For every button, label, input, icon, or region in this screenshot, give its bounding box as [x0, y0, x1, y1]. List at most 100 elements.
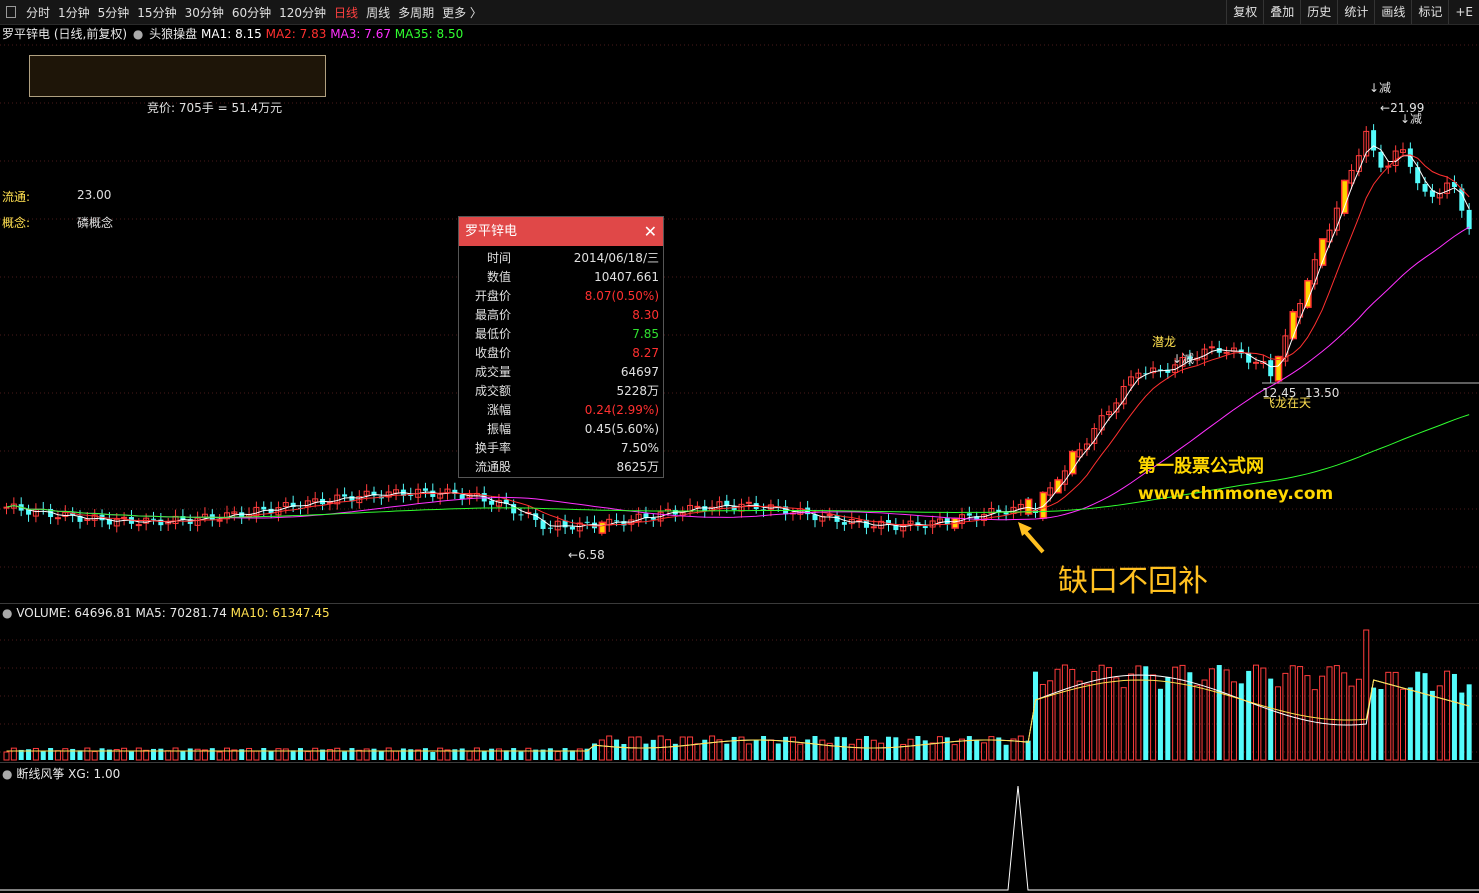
volume-bar	[1268, 678, 1274, 760]
volume-bar	[473, 747, 480, 761]
candle-body	[547, 527, 553, 529]
tooltip-row: 成交额 5228万	[459, 382, 663, 401]
tooltip-key: 收盘价	[474, 346, 511, 360]
volume-bar	[3, 751, 10, 761]
float-label: 流通:	[2, 190, 31, 204]
volume-bar	[334, 747, 341, 761]
volume-bar	[812, 736, 818, 760]
volume-bar	[511, 748, 517, 760]
volume-bar	[525, 747, 532, 761]
volume-bar	[716, 739, 723, 761]
volume-bar	[1150, 674, 1157, 761]
candle-body	[1466, 209, 1472, 230]
signal-toggle-icon[interactable]: ●	[2, 767, 12, 781]
volume-bar	[687, 736, 694, 761]
tooltip-key: 振幅	[486, 422, 511, 436]
volume-bar	[1371, 687, 1377, 760]
tooltip-header: 罗平锌电 ✕	[459, 217, 663, 246]
volume-bar	[569, 750, 575, 760]
tooltip-key: 时间	[486, 251, 511, 265]
volume-bar	[1076, 680, 1083, 761]
volume-bar	[180, 751, 186, 760]
close-icon[interactable]: ✕	[644, 217, 657, 246]
volume-bar	[606, 735, 613, 761]
pane-divider-1[interactable]	[0, 603, 1479, 604]
candle-body	[1253, 361, 1259, 364]
volume-bar	[1451, 673, 1457, 760]
candle-body	[151, 518, 156, 520]
volume-bar	[878, 742, 885, 761]
volume-bar	[1033, 671, 1038, 760]
ma-value-1: MA2: 7.83	[261, 27, 327, 41]
volume-bar	[1069, 668, 1076, 761]
kline-chart[interactable]	[0, 0, 1479, 893]
tooltip-row: 成交量 64697	[459, 363, 663, 382]
volume-bar	[481, 750, 487, 760]
volume-bar	[981, 742, 988, 761]
volume-ma10: MA10: 61347.45	[230, 606, 330, 620]
tooltip-value: 8.07(0.50%)	[584, 289, 659, 303]
candle-body	[569, 526, 575, 530]
tooltip-row: 涨幅 0.24(2.99%)	[459, 401, 663, 420]
volume-bar	[1422, 673, 1428, 760]
volume-bar	[1326, 666, 1333, 761]
float-value: 23.00	[77, 188, 112, 202]
indicator-name[interactable]: 头狼操盘	[149, 27, 197, 41]
tooltip-value: 0.45(5.60%)	[584, 422, 659, 436]
volume-bar	[789, 736, 796, 761]
volume-bar	[944, 737, 950, 760]
volume-bar	[268, 750, 274, 760]
volume-bar	[959, 738, 965, 761]
candle-body	[1223, 351, 1230, 354]
volume-bar	[128, 751, 134, 760]
volume-bar	[1216, 665, 1222, 760]
volume-bar	[1194, 684, 1201, 761]
volume-bar	[91, 751, 98, 761]
volume-bar	[32, 747, 39, 761]
low-price-label: ←6.58	[568, 548, 605, 562]
volume-bar	[621, 743, 627, 760]
volume-toggle-icon[interactable]: ●	[2, 606, 12, 620]
volume-bar	[554, 751, 561, 761]
volume-bar	[753, 739, 759, 760]
tooltip-row: 时间 2014/06/18/三	[459, 249, 663, 268]
tooltip-value: 8.30	[632, 308, 659, 322]
volume-bar	[694, 743, 701, 761]
volume-title: VOLUME: 64696.81	[16, 606, 132, 620]
volume-bar	[907, 738, 914, 761]
tooltip-row: 数值 10407.661	[459, 268, 663, 287]
xg-signal-line	[0, 785, 1479, 891]
volume-bar	[598, 739, 605, 761]
volume-bar	[1436, 685, 1443, 761]
volume-bar	[1333, 665, 1340, 761]
period-desc: (日线,前复权)	[53, 27, 128, 41]
signal-candle	[1274, 355, 1283, 382]
volume-bar	[665, 739, 671, 761]
volume-bar	[614, 739, 620, 760]
volume-bar	[1253, 664, 1259, 761]
volume-bar	[1304, 675, 1311, 761]
candle-body	[459, 494, 465, 499]
ma-value-2: MA3: 7.67	[326, 27, 391, 41]
volume-bar	[893, 737, 899, 760]
volume-bar	[886, 736, 891, 760]
volume-bar	[1246, 670, 1252, 760]
volume-bar	[1238, 683, 1244, 760]
signal-feilong: 飞龙在天	[1263, 396, 1312, 410]
tooltip-key: 成交量	[474, 365, 511, 379]
pane-divider-2[interactable]	[0, 762, 1479, 763]
volume-bar	[870, 739, 877, 761]
volume-bar	[1297, 666, 1304, 761]
ma-values: MA1: 8.15 MA2: 7.83 MA3: 7.67 MA35: 8.50	[201, 27, 463, 41]
concept-label: 概念:	[2, 216, 31, 230]
tooltip-row: 流通股 8625万	[459, 458, 663, 477]
candle-body	[422, 488, 428, 491]
volume-pane-header: ● VOLUME: 64696.81 MA5: 70281.74 MA10: 6…	[2, 606, 330, 620]
signal-jian-2: ↓减	[1369, 81, 1392, 95]
volume-bar	[1223, 669, 1230, 761]
volume-bar	[848, 743, 855, 761]
volume-bar	[1407, 687, 1413, 760]
tooltip-value: 64697	[620, 365, 659, 379]
candle-body	[584, 521, 590, 523]
indicator-toggle-icon[interactable]: ●	[133, 27, 143, 41]
